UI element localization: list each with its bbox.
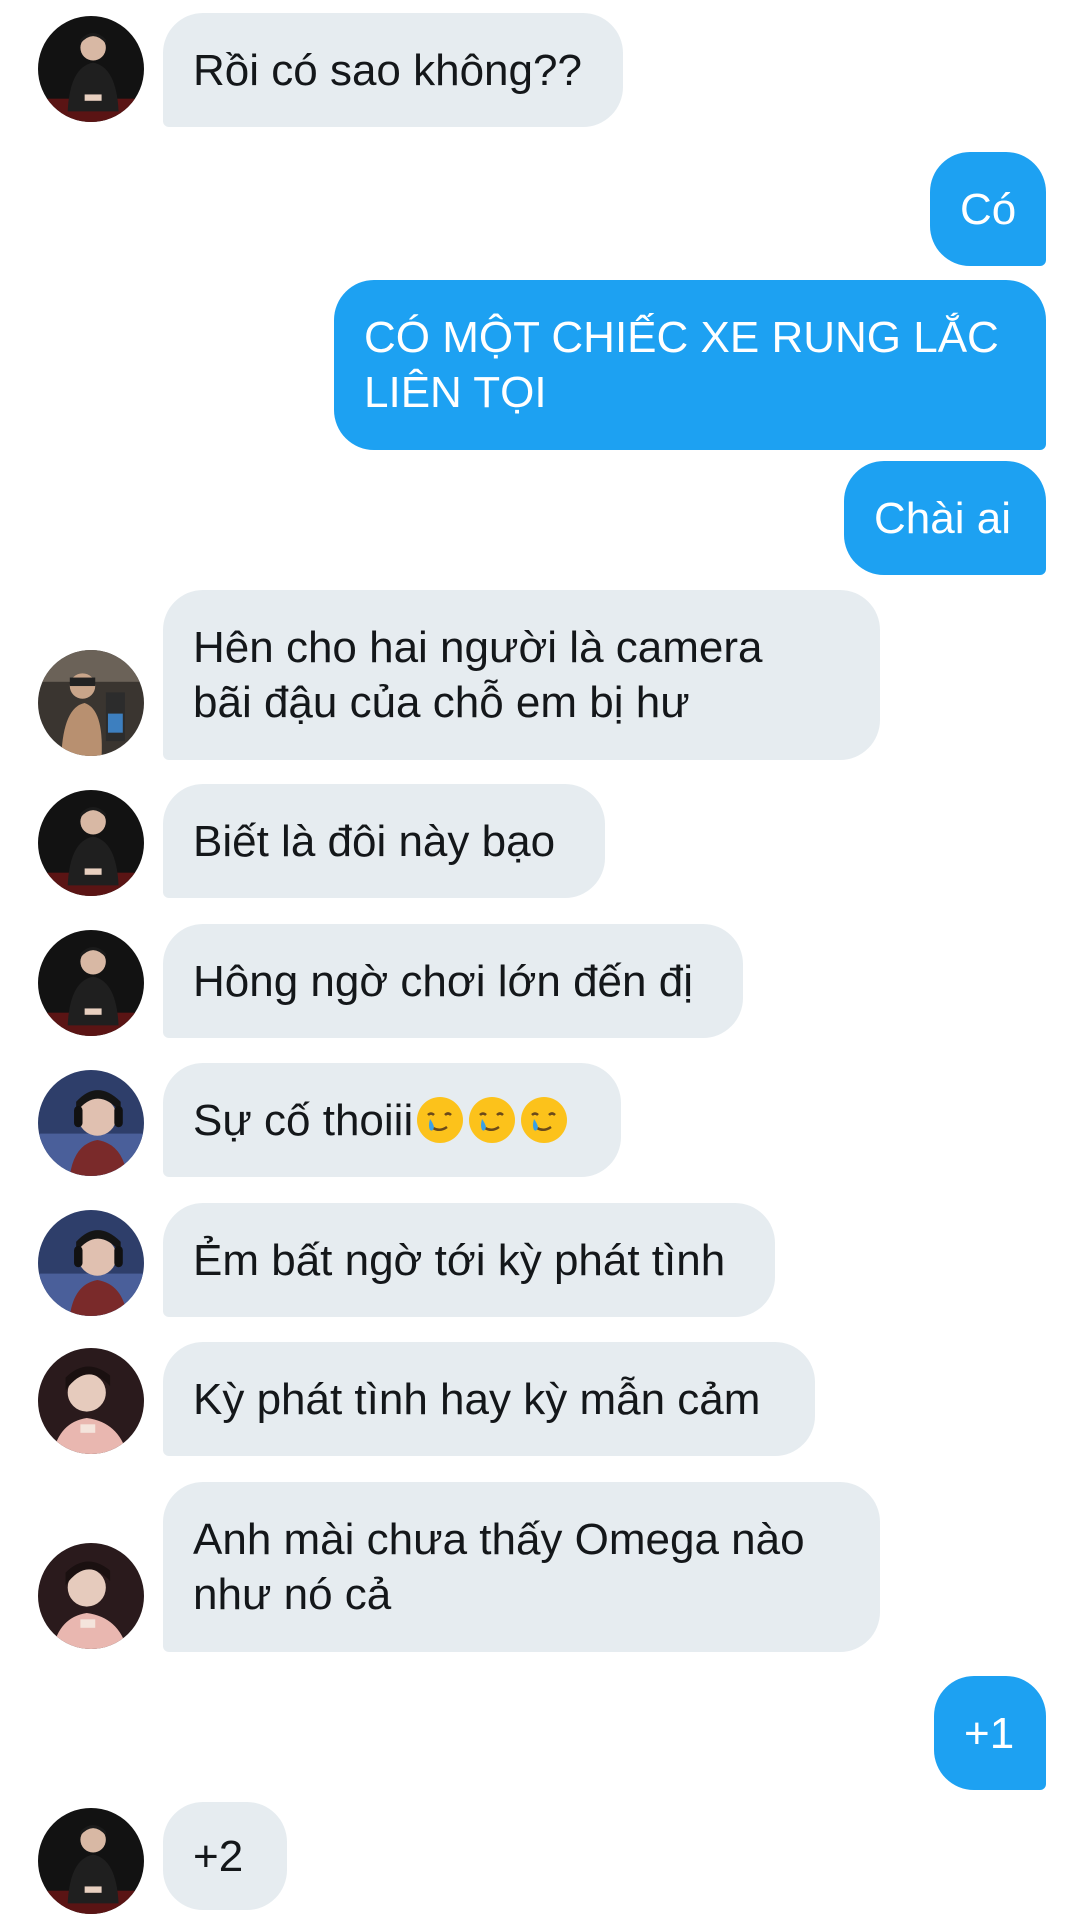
- outgoing-message-bubble[interactable]: Có: [930, 152, 1046, 266]
- message-text: +2: [193, 1831, 244, 1881]
- message-text: Biết là đôi này bạo: [193, 816, 556, 866]
- message-text: Hên cho hai người là camera bãi đậu của …: [193, 623, 763, 727]
- sender-avatar[interactable]: [38, 650, 144, 756]
- incoming-message-bubble[interactable]: Rồi có sao không??: [163, 13, 623, 127]
- sender-avatar[interactable]: [38, 1070, 144, 1176]
- message-text: CÓ MỘT CHIẾC XE RUNG LẮC LIÊN TỌI: [364, 313, 999, 417]
- message-text: Ẻm bất ngờ tới kỳ phát tình: [193, 1235, 726, 1285]
- sender-avatar[interactable]: [38, 1808, 144, 1914]
- chat-screen: { "chat": { "messages": [ {"id": "m1", "…: [0, 0, 1080, 1910]
- message-text: Chài ai: [874, 493, 1011, 543]
- sender-avatar[interactable]: [38, 1348, 144, 1454]
- incoming-message-bubble[interactable]: Sự cố thoiii: [163, 1063, 621, 1177]
- outgoing-message-bubble[interactable]: Chài ai: [844, 461, 1046, 575]
- message-text: Có: [960, 184, 1017, 234]
- outgoing-message-bubble[interactable]: CÓ MỘT CHIẾC XE RUNG LẮC LIÊN TỌI: [334, 280, 1046, 450]
- incoming-message-bubble[interactable]: Hên cho hai người là camera bãi đậu của …: [163, 590, 880, 760]
- incoming-message-bubble[interactable]: Biết là đôi này bạo: [163, 784, 605, 898]
- incoming-message-bubble[interactable]: Anh mài chưa thấy Omega nào như nó cả: [163, 1482, 880, 1652]
- message-text: Kỳ phát tình hay kỳ mẫn cảm: [193, 1374, 761, 1424]
- message-text: Rồi có sao không??: [193, 45, 582, 95]
- crying-smile-emoji: [467, 1095, 517, 1145]
- sender-avatar[interactable]: [38, 1210, 144, 1316]
- incoming-message-bubble[interactable]: Ẻm bất ngờ tới kỳ phát tình: [163, 1203, 775, 1317]
- incoming-message-bubble[interactable]: Hông ngờ chơi lớn đến đị: [163, 924, 743, 1038]
- message-text: +1: [964, 1708, 1015, 1758]
- message-text: Anh mài chưa thấy Omega nào như nó cả: [193, 1515, 805, 1619]
- outgoing-message-bubble[interactable]: +1: [934, 1676, 1046, 1790]
- sender-avatar[interactable]: [38, 930, 144, 1036]
- crying-smile-emoji: [519, 1095, 569, 1145]
- sender-avatar[interactable]: [38, 790, 144, 896]
- message-text: Sự cố thoiii: [193, 1095, 414, 1145]
- sender-avatar[interactable]: [38, 16, 144, 122]
- sender-avatar[interactable]: [38, 1543, 144, 1649]
- incoming-message-bubble[interactable]: +2: [163, 1802, 287, 1910]
- incoming-message-bubble[interactable]: Kỳ phát tình hay kỳ mẫn cảm: [163, 1342, 815, 1456]
- crying-smile-emoji: [415, 1095, 465, 1145]
- message-text: Hông ngờ chơi lớn đến đị: [193, 956, 693, 1006]
